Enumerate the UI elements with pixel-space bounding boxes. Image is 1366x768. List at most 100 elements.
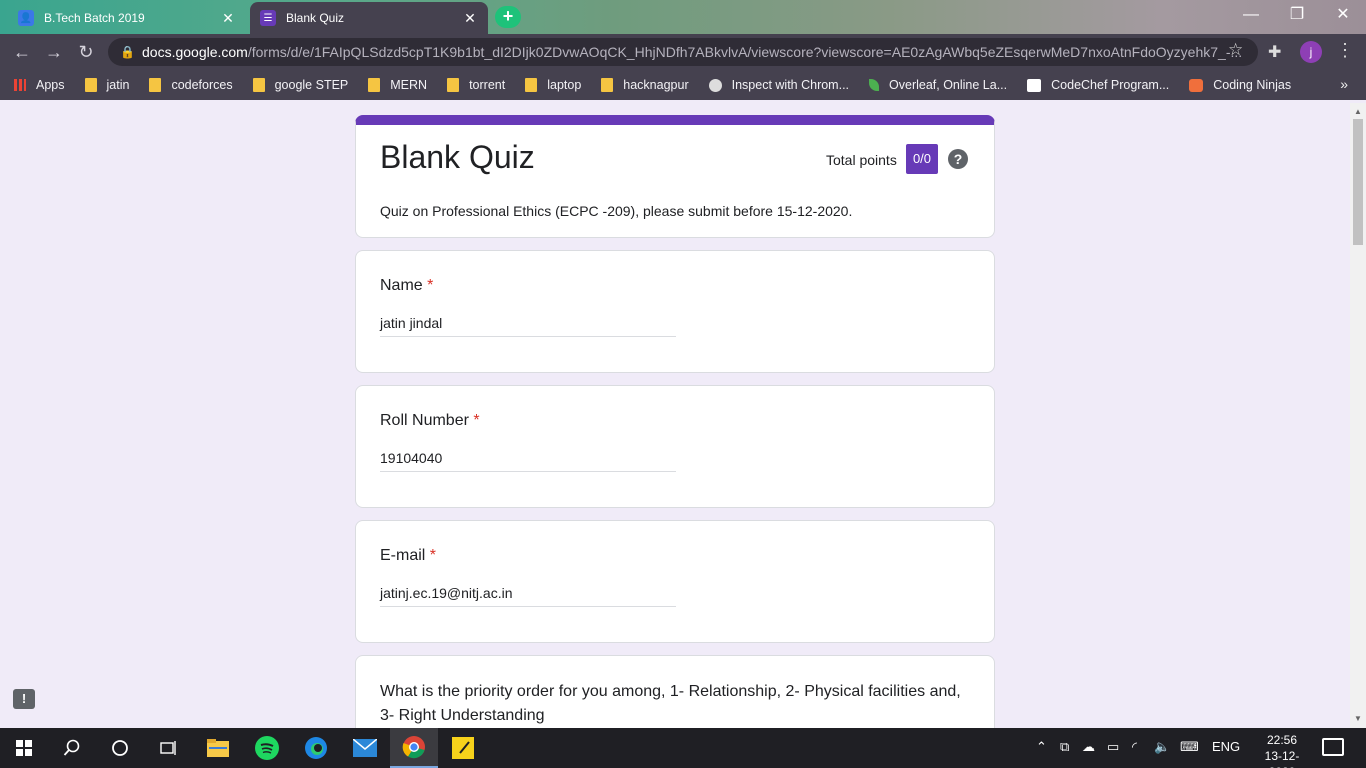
forms-icon: ☰ xyxy=(260,10,276,26)
tab-btech-batch[interactable]: 👤 B.Tech Batch 2019 ✕ xyxy=(8,2,246,34)
coding-ninjas-icon xyxy=(1189,78,1204,92)
search-icon[interactable] xyxy=(48,728,96,768)
minimize-button[interactable]: — xyxy=(1228,0,1274,30)
bookmark-codechef[interactable]: CodeChef Program... xyxy=(1027,78,1169,92)
leaf-icon xyxy=(869,79,880,91)
reload-icon[interactable]: ↻ xyxy=(74,40,98,64)
new-tab-button[interactable]: + xyxy=(495,6,521,28)
window-close-button[interactable]: ✕ xyxy=(1320,0,1366,30)
bookmark-hacknagpur[interactable]: hacknagpur xyxy=(601,78,689,92)
bookmark-label: Apps xyxy=(36,78,65,92)
tab-title: B.Tech Batch 2019 xyxy=(44,11,145,25)
roll-number-answer: 19104040 xyxy=(380,450,676,472)
contacts-icon: 👤 xyxy=(18,10,34,26)
extensions-puzzle-icon[interactable]: ✚ xyxy=(1268,42,1281,62)
bookmark-label: Inspect with Chrom... xyxy=(731,78,850,92)
mail-icon[interactable] xyxy=(341,728,389,768)
bookmarks-bar: Apps jatin codeforces google STEP MERN t… xyxy=(0,70,1366,100)
total-points-label: Total points xyxy=(826,152,897,168)
close-icon[interactable]: ✕ xyxy=(220,10,236,27)
chrome-icon[interactable] xyxy=(390,728,438,768)
volume-icon[interactable]: 🔈 xyxy=(1154,739,1170,755)
bookmark-laptop[interactable]: laptop xyxy=(525,78,581,92)
folder-icon xyxy=(525,78,538,92)
bookmark-google-step[interactable]: google STEP xyxy=(252,78,349,92)
bookmark-label: google STEP xyxy=(274,78,349,92)
folder-icon xyxy=(601,78,614,92)
scroll-up-icon[interactable]: ▲ xyxy=(1354,107,1362,116)
bookmark-jatin[interactable]: jatin xyxy=(84,78,130,92)
question-label: Roll Number * xyxy=(380,412,480,430)
back-arrow-icon[interactable]: ← xyxy=(10,40,34,64)
form-description: Quiz on Professional Ethics (ECPC -209),… xyxy=(380,203,853,219)
wifi-icon[interactable]: ◜ xyxy=(1132,739,1137,755)
menu-dots-icon[interactable]: ⋮ xyxy=(1336,40,1354,61)
question-text: What is the priority order for you among… xyxy=(380,683,961,724)
form-title: Blank Quiz xyxy=(380,139,535,175)
battery-icon[interactable]: ▭ xyxy=(1107,739,1119,755)
bookmark-coding-ninjas[interactable]: Coding Ninjas xyxy=(1189,78,1291,92)
notifications-icon[interactable] xyxy=(1322,738,1344,756)
task-view-icon[interactable] xyxy=(144,728,192,768)
total-points-badge: 0/0 xyxy=(906,144,938,174)
bookmark-star-icon[interactable]: ☆ xyxy=(1228,40,1243,60)
edge-icon[interactable] xyxy=(292,728,340,768)
folder-icon xyxy=(368,78,381,92)
cortana-icon[interactable] xyxy=(96,728,144,768)
tray-device-icon[interactable]: ⧉ xyxy=(1060,739,1069,755)
bookmarks-more-icon[interactable]: » xyxy=(1340,76,1348,92)
email-answer: jatinj.ec.19@nitj.ac.in xyxy=(380,585,676,607)
scrollbar-thumb[interactable] xyxy=(1353,119,1363,245)
clock-time: 22:56 xyxy=(1266,733,1298,747)
scroll-down-icon[interactable]: ▼ xyxy=(1354,714,1362,723)
apps-icon xyxy=(14,79,26,91)
bookmark-label: torrent xyxy=(469,78,506,92)
folder-icon xyxy=(84,78,97,92)
question-label: Name * xyxy=(380,277,433,295)
bookmark-overleaf[interactable]: Overleaf, Online La... xyxy=(869,78,1007,92)
question-card-priority: What is the priority order for you among… xyxy=(355,655,995,728)
bookmark-label: hacknagpur xyxy=(623,78,689,92)
bookmark-codeforces[interactable]: codeforces xyxy=(149,78,233,92)
codechef-icon xyxy=(1027,78,1042,92)
feedback-button[interactable]: ! xyxy=(13,689,35,709)
form-page: Blank Quiz Total points 0/0 ? Quiz on Pr… xyxy=(0,103,1350,728)
spotify-icon[interactable] xyxy=(243,728,291,768)
bookmark-label: jatin xyxy=(106,78,130,92)
bookmark-label: CodeChef Program... xyxy=(1051,78,1170,92)
question-text: Roll Number xyxy=(380,412,469,429)
file-explorer-icon[interactable] xyxy=(194,728,242,768)
tab-blank-quiz[interactable]: ☰ Blank Quiz ✕ xyxy=(250,2,488,34)
bookmark-inspect[interactable]: Inspect with Chrom... xyxy=(708,78,850,92)
keyboard-icon[interactable]: ⌨ xyxy=(1180,739,1199,755)
clock[interactable]: 22:56 13-12-2020 xyxy=(1252,732,1312,768)
bookmark-label: codeforces xyxy=(171,78,233,92)
bookmark-mern[interactable]: MERN xyxy=(368,78,427,92)
required-asterisk: * xyxy=(429,547,437,564)
question-card-name: Name * jatin jindal xyxy=(355,250,995,373)
bookmark-label: Overleaf, Online La... xyxy=(889,78,1008,92)
required-asterisk: * xyxy=(427,277,434,294)
question-card-roll-number: Roll Number * 19104040 xyxy=(355,385,995,508)
help-icon[interactable]: ? xyxy=(948,149,968,169)
tray-chevron-icon[interactable]: ⌃ xyxy=(1036,739,1047,755)
page-scrollbar[interactable]: ▲ ▼ xyxy=(1350,103,1366,728)
globe-icon xyxy=(708,78,722,92)
folder-icon xyxy=(252,78,265,92)
forward-arrow-icon[interactable]: → xyxy=(42,40,66,64)
profile-avatar[interactable]: j xyxy=(1300,41,1322,63)
windows-start-icon[interactable] xyxy=(0,728,48,768)
onedrive-icon[interactable]: ☁ xyxy=(1082,739,1095,755)
address-bar[interactable]: 🔒 docs.google.com/forms/d/e/1FAIpQLSdzd5… xyxy=(108,38,1258,66)
folder-icon xyxy=(149,78,162,92)
folder-icon xyxy=(447,78,460,92)
language-indicator[interactable]: ENG xyxy=(1212,739,1240,754)
restore-button[interactable]: ❐ xyxy=(1274,0,1320,30)
clock-date: 13-12-2020 xyxy=(1264,749,1300,768)
sticky-notes-icon[interactable] xyxy=(439,728,487,768)
bookmark-apps[interactable]: Apps xyxy=(14,78,65,92)
bookmark-torrent[interactable]: torrent xyxy=(447,78,505,92)
url-path: /forms/d/e/1FAIpQLSdzd5cpT1K9b1bt_dI2DIj… xyxy=(247,44,1243,60)
browser-tab-strip: 👤 B.Tech Batch 2019 ✕ ☰ Blank Quiz ✕ + —… xyxy=(0,0,1366,34)
close-icon[interactable]: ✕ xyxy=(462,10,478,27)
